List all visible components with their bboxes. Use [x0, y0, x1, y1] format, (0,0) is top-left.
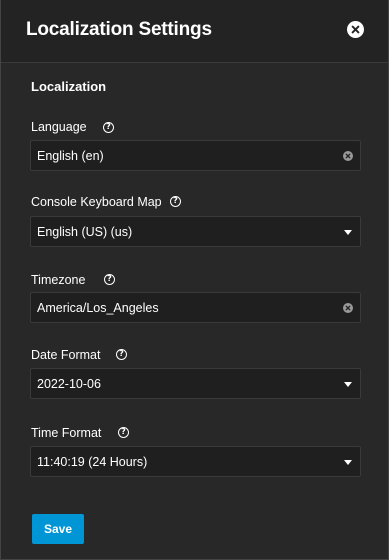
clear-icon[interactable]	[343, 151, 353, 161]
language-combobox[interactable]: English (en)	[30, 140, 361, 171]
date-format-help-icon[interactable]: ?	[116, 349, 127, 360]
timezone-help-icon[interactable]: ?	[104, 274, 115, 285]
language-label: Language	[31, 120, 87, 134]
save-button[interactable]: Save	[32, 514, 84, 544]
clear-icon[interactable]	[343, 303, 353, 313]
close-icon[interactable]	[347, 21, 364, 38]
caret-down-icon	[344, 230, 352, 235]
timezone-combobox[interactable]: America/Los_Angeles	[30, 292, 361, 323]
time-format-value: 11:40:19 (24 Hours)	[37, 455, 148, 469]
time-format-help-icon[interactable]: ?	[118, 427, 129, 438]
localization-settings-dialog: Localization Settings Localization Langu…	[0, 0, 389, 560]
keyboard-map-value: English (US) (us)	[37, 225, 133, 239]
language-help-icon[interactable]: ?	[103, 122, 114, 133]
date-format-label: Date Format	[31, 348, 101, 362]
date-format-value: 2022-10-06	[37, 377, 101, 391]
keyboard-map-help-icon[interactable]: ?	[170, 196, 181, 207]
language-value: English (en)	[37, 149, 104, 163]
keyboard-map-label: Console Keyboard Map	[31, 195, 162, 209]
keyboard-map-select[interactable]: English (US) (us)	[30, 216, 361, 247]
caret-down-icon	[344, 460, 352, 465]
section-title: Localization	[31, 79, 107, 94]
date-format-select[interactable]: 2022-10-06	[30, 368, 361, 399]
dialog-header: Localization Settings	[1, 0, 388, 63]
timezone-value: America/Los_Angeles	[37, 301, 159, 315]
time-format-select[interactable]: 11:40:19 (24 Hours)	[30, 446, 361, 477]
dialog-title: Localization Settings	[26, 19, 212, 40]
caret-down-icon	[344, 382, 352, 387]
time-format-label: Time Format	[31, 426, 102, 440]
timezone-label: Timezone	[31, 273, 86, 287]
